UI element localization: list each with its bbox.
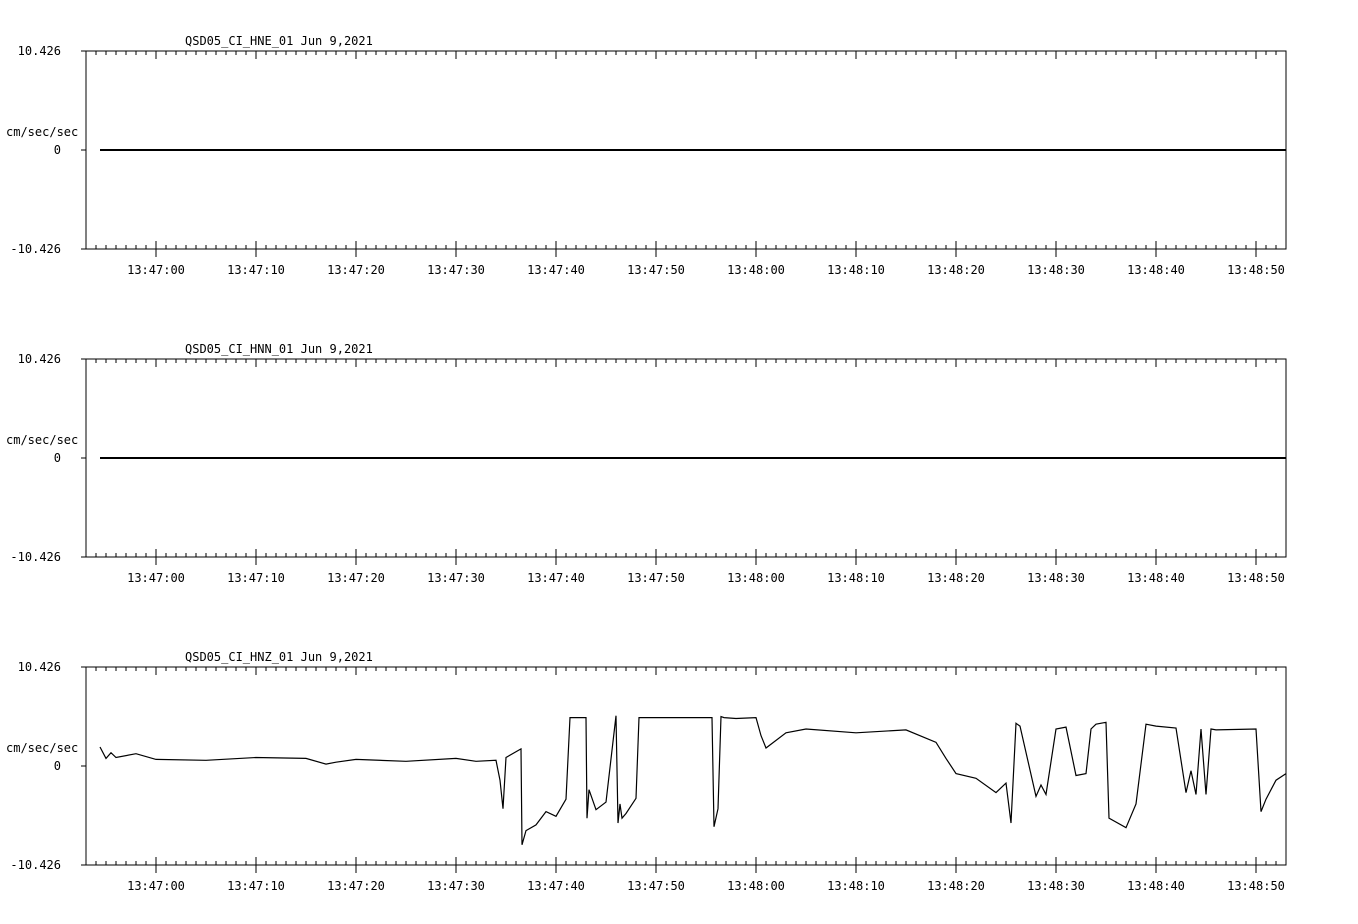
x-tick-label: 13:47:50 xyxy=(627,571,685,585)
x-tick-label: 13:48:50 xyxy=(1227,879,1285,893)
y-tick-label: -10.426 xyxy=(10,550,61,564)
y-axis-label: cm/sec/sec xyxy=(6,741,78,755)
y-tick-label: 0 xyxy=(54,759,61,773)
series-line xyxy=(99,715,1287,845)
x-tick-label: 13:47:10 xyxy=(227,263,285,277)
y-tick-label: 10.426 xyxy=(18,660,61,674)
x-tick-label: 13:48:00 xyxy=(727,879,785,893)
x-tick-label: 13:47:50 xyxy=(627,263,685,277)
x-tick-label: 13:47:40 xyxy=(527,263,585,277)
x-tick-label: 13:47:20 xyxy=(327,879,385,893)
y-axis-label: cm/sec/sec xyxy=(6,433,78,447)
x-tick-label: 13:47:40 xyxy=(527,879,585,893)
x-tick-label: 13:48:30 xyxy=(1027,879,1085,893)
x-tick-label: 13:48:00 xyxy=(727,571,785,585)
panel-2: QSD05_CI_HNN_01 Jun 9,2021 10.426 0 -10.426… xyxy=(6,342,1287,585)
y-tick-label: 0 xyxy=(54,143,61,157)
y-axis-label: cm/sec/sec xyxy=(6,125,78,139)
x-tick-label: 13:47:20 xyxy=(327,263,385,277)
panel-3: QSD05_CI_HNZ_01 Jun 9,2021 10.426 0 -10.426… xyxy=(6,650,1287,893)
seismogram-figure: QSD05_CI_HNE_01 Jun 9,2021 10.426 0 -10.426… xyxy=(6,34,1287,893)
x-tick-label: 13:47:40 xyxy=(527,571,585,585)
y-tick-label: 0 xyxy=(54,451,61,465)
x-tick-label: 13:47:00 xyxy=(127,879,185,893)
x-tick-label: 13:48:50 xyxy=(1227,571,1285,585)
y-tick-label: 10.426 xyxy=(18,352,61,366)
x-tick-label: 13:47:10 xyxy=(227,879,285,893)
x-tick-label: 13:48:00 xyxy=(727,263,785,277)
chart-title: QSD05_CI_HNZ_01 Jun 9,2021 xyxy=(185,650,373,664)
x-tick-label: 13:47:30 xyxy=(427,571,485,585)
x-tick-label: 13:48:20 xyxy=(927,571,985,585)
x-tick-label: 13:47:00 xyxy=(127,571,185,585)
x-tick-label: 13:47:10 xyxy=(227,571,285,585)
x-tick-label: 13:47:30 xyxy=(427,879,485,893)
y-tick-label: 10.426 xyxy=(18,44,61,58)
x-tick-label: 13:48:10 xyxy=(827,879,885,893)
x-tick-label: 13:48:30 xyxy=(1027,571,1085,585)
y-tick-label: -10.426 xyxy=(10,242,61,256)
x-tick-label: 13:48:40 xyxy=(1127,571,1185,585)
x-tick-label: 13:47:00 xyxy=(127,263,185,277)
x-tick-label: 13:47:20 xyxy=(327,571,385,585)
chart-title: QSD05_CI_HNN_01 Jun 9,2021 xyxy=(185,342,373,356)
plot-frame xyxy=(85,666,1287,866)
x-tick-label: 13:47:50 xyxy=(627,879,685,893)
x-tick-label: 13:47:30 xyxy=(427,263,485,277)
x-tick-label: 13:48:40 xyxy=(1127,879,1185,893)
chart-title: QSD05_CI_HNE_01 Jun 9,2021 xyxy=(185,34,373,48)
panel-1: QSD05_CI_HNE_01 Jun 9,2021 10.426 0 -10.426… xyxy=(6,34,1287,277)
x-tick-label: 13:48:10 xyxy=(827,571,885,585)
x-tick-label: 13:48:50 xyxy=(1227,263,1285,277)
x-tick-label: 13:48:20 xyxy=(927,263,985,277)
x-tick-label: 13:48:10 xyxy=(827,263,885,277)
y-tick-label: -10.426 xyxy=(10,858,61,872)
x-tick-label: 13:48:40 xyxy=(1127,263,1185,277)
x-tick-label: 13:48:30 xyxy=(1027,263,1085,277)
x-tick-label: 13:48:20 xyxy=(927,879,985,893)
